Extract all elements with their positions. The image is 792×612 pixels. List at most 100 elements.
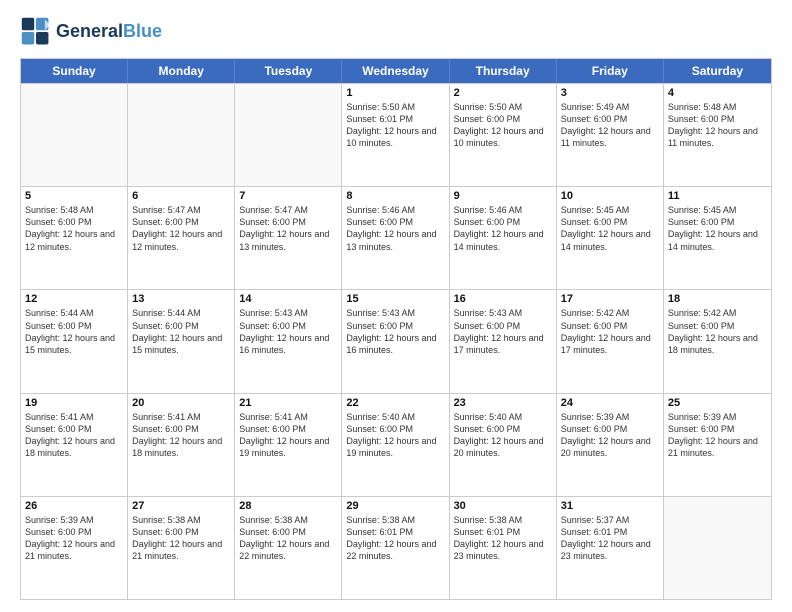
day-number: 22 [346, 397, 444, 409]
day-cell-29: 29 Sunrise: 5:38 AM Sunset: 6:01 PM Dayli… [342, 497, 449, 599]
day-number: 13 [132, 293, 230, 305]
day-info: Sunrise: 5:46 AM Sunset: 6:00 PM Dayligh… [454, 204, 552, 253]
day-number: 17 [561, 293, 659, 305]
day-cell-31: 31Sunrise: 5:37 AM Sunset: 6:01 PM Dayli… [557, 497, 664, 599]
day-number: 24 [561, 397, 659, 409]
day-cell-19: 19 Sunrise: 5:41 AM Sunset: 6:00 PM Dayli… [21, 394, 128, 496]
day-cell-12: 12Sunrise: 5:44 AM Sunset: 6:00 PM Dayli… [21, 290, 128, 392]
header: GeneralBlue [20, 16, 772, 48]
day-info: Sunrise: 5:50 AM Sunset: 6:01 PM Dayligh… [346, 101, 444, 150]
day-cell-20: 20 Sunrise: 5:41 AM Sunset: 6:00 PM Dayli… [128, 394, 235, 496]
day-info: Sunrise: 5:44 AM Sunset: 6:00 PM Dayligh… [132, 307, 230, 356]
day-number: 29 [346, 500, 444, 512]
day-number: 9 [454, 190, 552, 202]
day-number: 26 [25, 500, 123, 512]
day-info: Sunrise: 5:37 AM Sunset: 6:01 PM Dayligh… [561, 514, 659, 563]
logo-line2: Blue [123, 21, 162, 41]
day-info: Sunrise: 5:42 AM Sunset: 6:00 PM Dayligh… [668, 307, 767, 356]
empty-cell-0-2 [235, 84, 342, 186]
day-info: Sunrise: 5:42 AM Sunset: 6:00 PM Dayligh… [561, 307, 659, 356]
day-number: 14 [239, 293, 337, 305]
day-number: 30 [454, 500, 552, 512]
weekday-sunday: Sunday [21, 59, 128, 83]
day-info: Sunrise: 5:48 AM Sunset: 6:00 PM Dayligh… [668, 101, 767, 150]
day-cell-8: 8 Sunrise: 5:46 AM Sunset: 6:00 PM Daylig… [342, 187, 449, 289]
weekday-wednesday: Wednesday [342, 59, 449, 83]
day-info: Sunrise: 5:47 AM Sunset: 6:00 PM Dayligh… [132, 204, 230, 253]
day-info: Sunrise: 5:38 AM Sunset: 6:00 PM Dayligh… [132, 514, 230, 563]
day-info: Sunrise: 5:50 AM Sunset: 6:00 PM Dayligh… [454, 101, 552, 150]
day-cell-22: 22 Sunrise: 5:40 AM Sunset: 6:00 PM Dayli… [342, 394, 449, 496]
day-number: 19 [25, 397, 123, 409]
day-cell-17: 17 Sunrise: 5:42 AM Sunset: 6:00 PM Dayli… [557, 290, 664, 392]
weekday-saturday: Saturday [664, 59, 771, 83]
day-info: Sunrise: 5:41 AM Sunset: 6:00 PM Dayligh… [25, 411, 123, 460]
day-cell-6: 6 Sunrise: 5:47 AM Sunset: 6:00 PM Daylig… [128, 187, 235, 289]
day-number: 5 [25, 190, 123, 202]
day-cell-28: 28 Sunrise: 5:38 AM Sunset: 6:00 PM Dayli… [235, 497, 342, 599]
cal-row-0: 1 Sunrise: 5:50 AM Sunset: 6:01 PM Daylig… [21, 83, 771, 186]
day-cell-10: 10Sunrise: 5:45 AM Sunset: 6:00 PM Dayli… [557, 187, 664, 289]
day-cell-21: 21 Sunrise: 5:41 AM Sunset: 6:00 PM Dayli… [235, 394, 342, 496]
day-number: 8 [346, 190, 444, 202]
day-info: Sunrise: 5:45 AM Sunset: 6:00 PM Dayligh… [668, 204, 767, 253]
cal-row-3: 19 Sunrise: 5:41 AM Sunset: 6:00 PM Dayli… [21, 393, 771, 496]
weekday-tuesday: Tuesday [235, 59, 342, 83]
day-cell-18: 18Sunrise: 5:42 AM Sunset: 6:00 PM Dayli… [664, 290, 771, 392]
day-number: 4 [668, 87, 767, 99]
day-info: Sunrise: 5:41 AM Sunset: 6:00 PM Dayligh… [132, 411, 230, 460]
day-cell-3: 3 Sunrise: 5:49 AM Sunset: 6:00 PM Daylig… [557, 84, 664, 186]
day-cell-27: 27 Sunrise: 5:38 AM Sunset: 6:00 PM Dayli… [128, 497, 235, 599]
day-cell-5: 5 Sunrise: 5:48 AM Sunset: 6:00 PM Daylig… [21, 187, 128, 289]
day-number: 28 [239, 500, 337, 512]
day-number: 15 [346, 293, 444, 305]
day-info: Sunrise: 5:41 AM Sunset: 6:00 PM Dayligh… [239, 411, 337, 460]
logo-line1: GeneralBlue [56, 22, 162, 42]
logo: GeneralBlue [20, 16, 162, 48]
day-cell-14: 14Sunrise: 5:43 AM Sunset: 6:00 PM Dayli… [235, 290, 342, 392]
cal-row-1: 5 Sunrise: 5:48 AM Sunset: 6:00 PM Daylig… [21, 186, 771, 289]
calendar-body: 1 Sunrise: 5:50 AM Sunset: 6:01 PM Daylig… [21, 83, 771, 599]
weekday-monday: Monday [128, 59, 235, 83]
weekday-thursday: Thursday [450, 59, 557, 83]
weekday-friday: Friday [557, 59, 664, 83]
day-info: Sunrise: 5:49 AM Sunset: 6:00 PM Dayligh… [561, 101, 659, 150]
day-cell-15: 15 Sunrise: 5:43 AM Sunset: 6:00 PM Dayli… [342, 290, 449, 392]
day-number: 6 [132, 190, 230, 202]
day-info: Sunrise: 5:46 AM Sunset: 6:00 PM Dayligh… [346, 204, 444, 253]
day-info: Sunrise: 5:39 AM Sunset: 6:00 PM Dayligh… [668, 411, 767, 460]
day-number: 16 [454, 293, 552, 305]
logo-text: GeneralBlue [56, 22, 162, 42]
day-number: 20 [132, 397, 230, 409]
cal-row-2: 12 Sunrise: 5:44 AM Sunset: 6:00 PM Dayli… [21, 289, 771, 392]
day-cell-11: 11 Sunrise: 5:45 AM Sunset: 6:00 PM Dayli… [664, 187, 771, 289]
day-number: 12 [25, 293, 123, 305]
day-info: Sunrise: 5:39 AM Sunset: 6:00 PM Dayligh… [561, 411, 659, 460]
day-info: Sunrise: 5:43 AM Sunset: 6:00 PM Dayligh… [346, 307, 444, 356]
day-number: 2 [454, 87, 552, 99]
empty-cell-0-1 [128, 84, 235, 186]
day-info: Sunrise: 5:38 AM Sunset: 6:00 PM Dayligh… [239, 514, 337, 563]
day-number: 27 [132, 500, 230, 512]
day-info: Sunrise: 5:45 AM Sunset: 6:00 PM Dayligh… [561, 204, 659, 253]
day-number: 11 [668, 190, 767, 202]
day-info: Sunrise: 5:48 AM Sunset: 6:00 PM Dayligh… [25, 204, 123, 253]
day-info: Sunrise: 5:38 AM Sunset: 6:01 PM Dayligh… [346, 514, 444, 563]
day-number: 21 [239, 397, 337, 409]
page: GeneralBlue SundayMondayTuesdayWednesday… [0, 0, 792, 612]
day-cell-9: 9 Sunrise: 5:46 AM Sunset: 6:00 PM Daylig… [450, 187, 557, 289]
day-cell-16: 16Sunrise: 5:43 AM Sunset: 6:00 PM Dayli… [450, 290, 557, 392]
empty-cell-0-0 [21, 84, 128, 186]
day-number: 25 [668, 397, 767, 409]
calendar-header: SundayMondayTuesdayWednesdayThursdayFrid… [21, 59, 771, 83]
day-number: 3 [561, 87, 659, 99]
day-cell-25: 25 Sunrise: 5:39 AM Sunset: 6:00 PM Dayli… [664, 394, 771, 496]
day-info: Sunrise: 5:47 AM Sunset: 6:00 PM Dayligh… [239, 204, 337, 253]
day-info: Sunrise: 5:40 AM Sunset: 6:00 PM Dayligh… [346, 411, 444, 460]
day-cell-1: 1 Sunrise: 5:50 AM Sunset: 6:01 PM Daylig… [342, 84, 449, 186]
day-cell-24: 24 Sunrise: 5:39 AM Sunset: 6:00 PM Dayli… [557, 394, 664, 496]
day-info: Sunrise: 5:40 AM Sunset: 6:00 PM Dayligh… [454, 411, 552, 460]
day-info: Sunrise: 5:39 AM Sunset: 6:00 PM Dayligh… [25, 514, 123, 563]
day-number: 1 [346, 87, 444, 99]
day-info: Sunrise: 5:38 AM Sunset: 6:01 PM Dayligh… [454, 514, 552, 563]
